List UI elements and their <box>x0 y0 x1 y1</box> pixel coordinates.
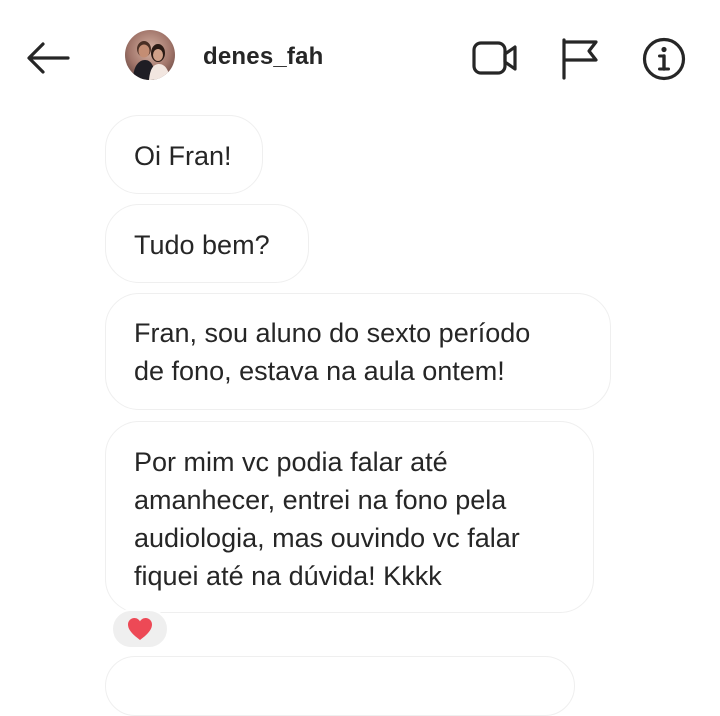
message-bubble-partial[interactable] <box>105 656 575 716</box>
arrow-left-icon <box>27 42 70 74</box>
username[interactable]: denes_fah <box>203 42 324 72</box>
info-icon <box>642 37 686 81</box>
flag-icon <box>562 38 598 80</box>
message-bubble[interactable]: Tudo bem? <box>105 204 309 283</box>
heart-icon <box>128 618 152 640</box>
video-call-button[interactable] <box>470 36 522 80</box>
report-button[interactable] <box>556 34 602 82</box>
profile-photo <box>125 30 175 80</box>
chat-header: denes_fah <box>0 0 720 112</box>
message-bubble[interactable]: Oi Fran! <box>105 115 263 194</box>
message-bubble[interactable]: Fran, sou aluno do sexto período de fono… <box>105 293 611 410</box>
avatar[interactable] <box>125 30 175 80</box>
info-button[interactable] <box>638 34 690 84</box>
back-button[interactable] <box>24 36 72 80</box>
video-camera-icon <box>472 41 517 75</box>
reaction-badge[interactable] <box>111 609 169 649</box>
message-bubble[interactable]: Por mim vc podia falar até amanhecer, en… <box>105 421 594 613</box>
